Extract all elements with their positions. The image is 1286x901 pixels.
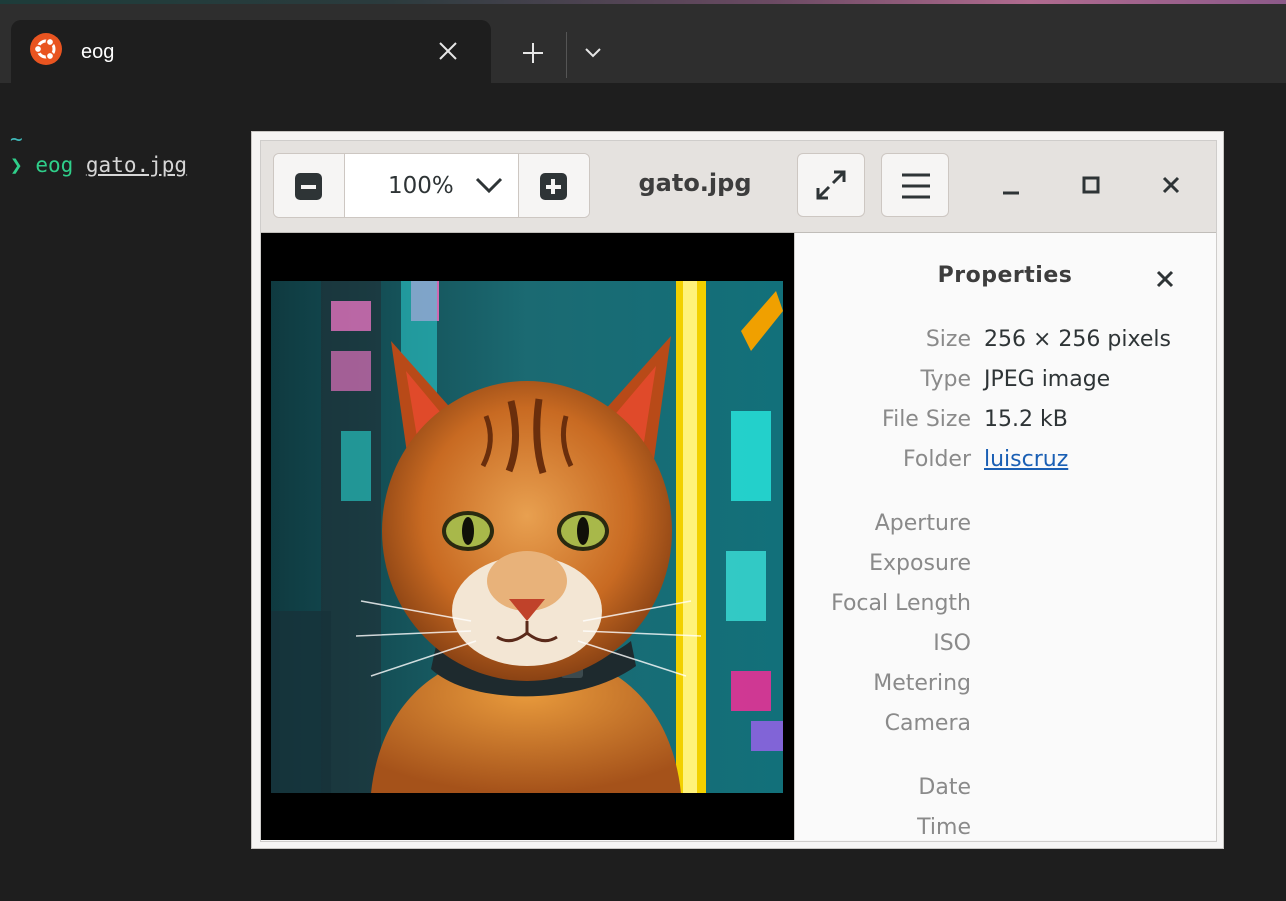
close-icon[interactable] [1151,169,1191,203]
command-name: eog [35,153,74,177]
prompt-symbol: ❯ [10,153,23,177]
zoom-out-button[interactable] [274,154,345,217]
property-row: Size 256 × 256 pixels [795,327,1215,357]
property-label: File Size [882,407,971,432]
property-label: Focal Length [831,591,971,616]
zoom-control: 100% [273,153,590,218]
window-title: gato.jpg [638,169,752,197]
property-label: Time [917,815,971,840]
property-label: Size [925,327,971,352]
property-row: Camera [795,711,1215,741]
tab-title: eog [81,41,115,63]
property-row: Folder luiscruz [795,447,1215,477]
property-row: Focal Length [795,591,1215,621]
property-value: 15.2 kB [984,407,1068,432]
property-label: Type [920,367,971,392]
property-label: ISO [933,631,971,656]
command-argument[interactable]: gato.jpg [86,153,187,177]
tab-separator [566,32,567,78]
close-icon[interactable] [435,38,461,64]
eog-window: 100% gato.jpg Properties Size 256 × 256 … [251,131,1224,849]
header-bar: 100% gato.jpg [261,141,1216,233]
ubuntu-icon [30,33,62,65]
image-viewport[interactable] [261,233,794,840]
minimize-icon[interactable] [991,169,1031,203]
hamburger-icon [902,173,930,199]
minus-icon [295,173,322,200]
zoom-dropdown[interactable]: 100% [344,154,520,217]
chevron-down-icon[interactable] [580,40,606,66]
zoom-in-button[interactable] [518,154,589,217]
property-label: Metering [873,671,971,696]
maximize-icon[interactable] [1071,169,1111,203]
prompt-dir: ~ [10,127,23,151]
close-icon[interactable] [1153,267,1177,291]
property-label: Aperture [874,511,971,536]
property-row: ISO [795,631,1215,661]
terminal-output: ~ ❯ eog gato.jpg [10,128,187,178]
folder-link[interactable]: luiscruz [984,447,1068,472]
property-label: Exposure [869,551,971,576]
property-label: Folder [903,447,971,472]
property-row: Date [795,775,1215,805]
property-row: Metering [795,671,1215,701]
terminal-tab[interactable]: eog [11,20,491,83]
plus-icon [540,173,567,200]
properties-panel: Properties Size 256 × 256 pixels Type JP… [794,233,1216,840]
terminal-tab-bar: eog [0,4,1286,83]
property-row: Time [795,815,1215,840]
property-label: Camera [884,711,971,736]
fullscreen-icon [816,170,846,200]
property-row: File Size 15.2 kB [795,407,1215,437]
property-row: Exposure [795,551,1215,581]
property-value: 256 × 256 pixels [984,327,1171,352]
cat-photo [271,281,783,793]
property-row: Aperture [795,511,1215,541]
command-line: ❯ eog gato.jpg [10,152,187,178]
property-value: JPEG image [984,367,1111,392]
zoom-level: 100% [388,173,454,199]
fullscreen-button[interactable] [797,153,865,217]
properties-heading: Properties [937,263,1073,288]
property-label: Date [918,775,971,800]
chevron-down-icon [475,177,503,194]
new-tab-button[interactable] [516,36,550,70]
menu-button[interactable] [881,153,949,217]
property-row: Type JPEG image [795,367,1215,397]
